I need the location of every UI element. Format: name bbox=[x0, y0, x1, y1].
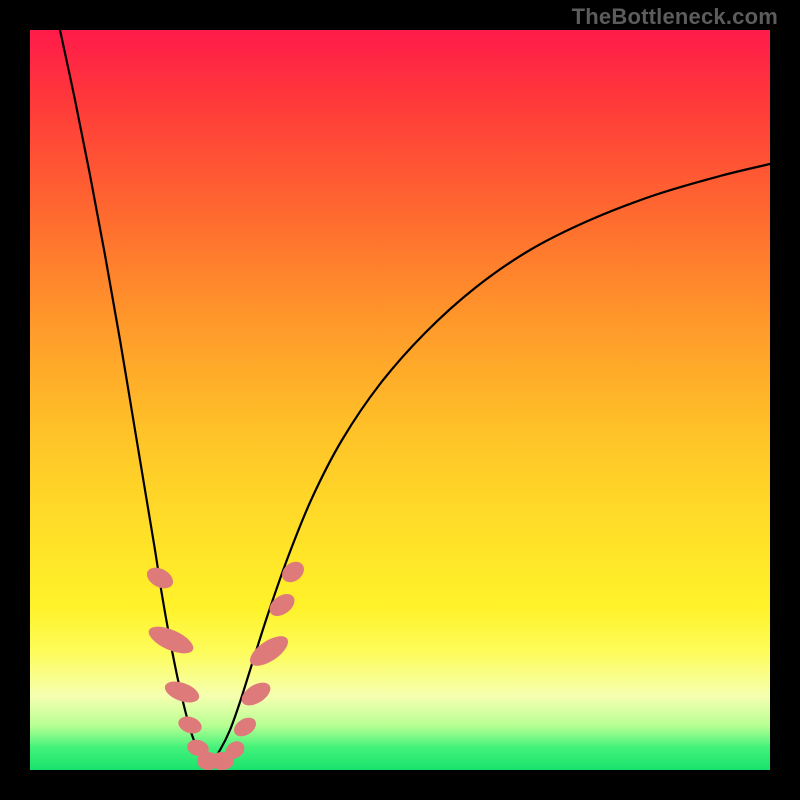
watermark-text: TheBottleneck.com bbox=[572, 4, 778, 30]
data-marker bbox=[278, 558, 308, 587]
plot-area bbox=[30, 30, 770, 770]
curve-left bbox=[60, 30, 210, 764]
chart-svg bbox=[30, 30, 770, 770]
data-marker bbox=[176, 714, 204, 737]
data-marker bbox=[145, 621, 197, 659]
curve-right bbox=[210, 164, 770, 764]
